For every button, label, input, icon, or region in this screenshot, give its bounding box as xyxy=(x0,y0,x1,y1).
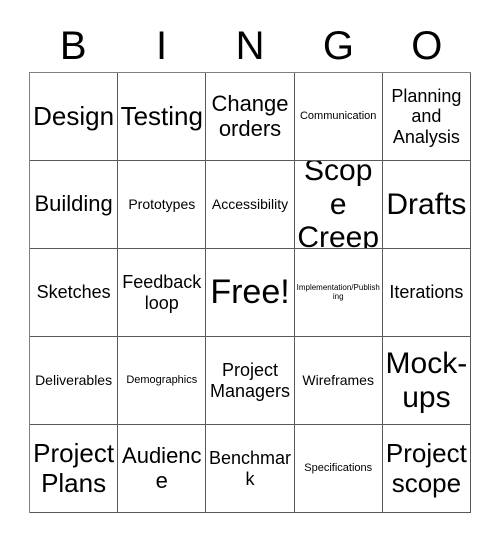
bingo-grid: Design Testing Change orders Communicati… xyxy=(29,72,471,513)
bingo-cell-label: Mock-ups xyxy=(385,346,468,414)
bingo-cell[interactable]: Specifications xyxy=(294,425,383,513)
bingo-cell[interactable]: Deliverables xyxy=(30,337,119,425)
bingo-cell[interactable]: Demographics xyxy=(118,337,207,425)
bingo-cell[interactable]: Sketches xyxy=(30,249,119,337)
bingo-cell-label: Drafts xyxy=(386,187,467,221)
bingo-cell[interactable]: Testing xyxy=(118,73,207,161)
bingo-cell-label: Testing xyxy=(120,100,203,131)
bingo-cell-label: Project scope xyxy=(385,438,467,498)
header-letter-g: G xyxy=(322,24,354,68)
header-letter-i: I xyxy=(156,24,168,68)
header-letter-n: N xyxy=(235,24,265,68)
bingo-cell-label: Feedback loop xyxy=(122,272,202,313)
bingo-cell-label: Communication xyxy=(299,110,377,123)
bingo-cell-label: Building xyxy=(34,191,113,217)
bingo-cell[interactable]: Project Plans xyxy=(30,425,119,513)
bingo-cell-label: Design xyxy=(33,100,115,131)
bingo-cell-label: Project Managers xyxy=(209,360,291,401)
bingo-cell[interactable]: Mock-ups xyxy=(382,337,471,425)
bingo-cell[interactable]: Communication xyxy=(294,73,383,161)
bingo-cell-label: Sketches xyxy=(36,282,111,303)
bingo-cell[interactable]: Prototypes xyxy=(118,161,207,249)
bingo-cell-label: Change orders xyxy=(211,90,289,141)
bingo-cell[interactable]: Design xyxy=(30,73,119,161)
bingo-cell[interactable]: Change orders xyxy=(206,73,295,161)
bingo-cell[interactable]: Project scope xyxy=(382,425,471,513)
bingo-cell[interactable]: Project Managers xyxy=(206,337,295,425)
bingo-cell-label: Implementation/Publishing xyxy=(296,282,380,301)
bingo-cell-label: Wireframes xyxy=(302,371,374,388)
header-letter-o: O xyxy=(411,24,443,68)
bingo-cell-label: Benchmark xyxy=(208,448,292,489)
header-letter-b: B xyxy=(59,24,87,68)
bingo-cell[interactable]: Audience xyxy=(118,425,207,513)
bingo-cell[interactable]: Wireframes xyxy=(294,337,383,425)
bingo-header: B I N G O xyxy=(29,20,471,72)
bingo-cell-free[interactable]: Free! xyxy=(206,249,295,337)
bingo-cell-label: Planning and Analysis xyxy=(391,86,462,147)
bingo-cell[interactable]: Accessibility xyxy=(206,161,295,249)
bingo-cell-label: Project Plans xyxy=(33,438,115,498)
bingo-cell[interactable]: Scope Creep xyxy=(294,161,383,249)
bingo-cell-label: Scope Creep xyxy=(297,161,380,249)
bingo-cell-label: Free! xyxy=(210,273,290,312)
bingo-cell-label: Accessibility xyxy=(211,195,289,212)
bingo-cell[interactable]: Iterations xyxy=(382,249,471,337)
bingo-cell[interactable]: Benchmark xyxy=(206,425,295,513)
bingo-cell[interactable]: Building xyxy=(30,161,119,249)
bingo-cell-label: Specifications xyxy=(304,462,373,475)
bingo-cell-label: Prototypes xyxy=(128,195,196,212)
bingo-cell[interactable]: Feedback loop xyxy=(118,249,207,337)
bingo-cell-label: Demographics xyxy=(126,374,198,387)
bingo-cell[interactable]: Implementation/Publishing xyxy=(294,249,383,337)
bingo-cell-label: Audience xyxy=(122,442,202,493)
bingo-cell-label: Iterations xyxy=(389,282,464,303)
bingo-cell-label: Deliverables xyxy=(35,371,113,388)
bingo-card: B I N G O Design Testing Change orders C… xyxy=(0,0,500,544)
bingo-cell[interactable]: Planning and Analysis xyxy=(382,73,471,161)
bingo-cell[interactable]: Drafts xyxy=(382,161,471,249)
